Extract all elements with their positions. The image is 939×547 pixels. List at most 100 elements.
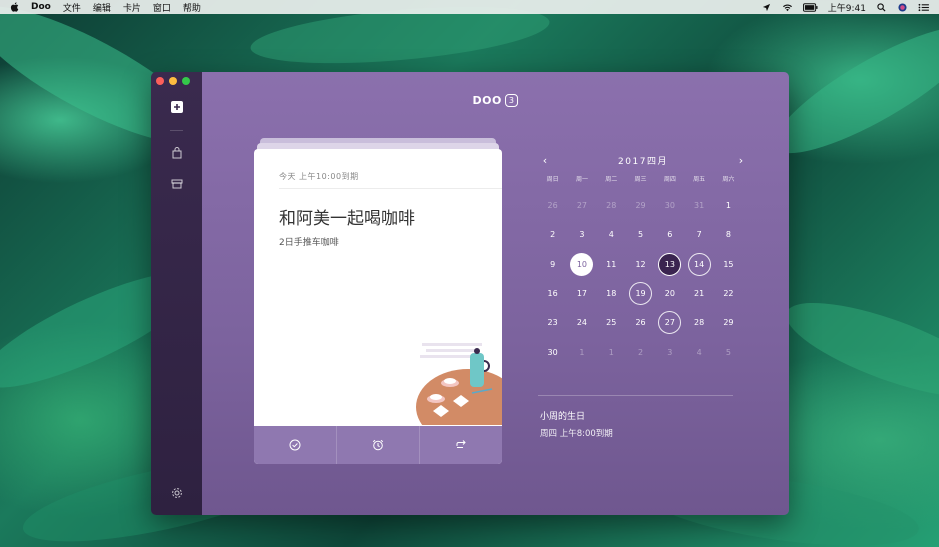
settings-button[interactable] <box>170 486 184 500</box>
complete-button[interactable] <box>254 426 337 464</box>
task-card[interactable]: 今天 上午10:00到期 和阿美一起喝咖啡 2日手推车咖啡 <box>254 149 502 464</box>
calendar-day[interactable]: 1 <box>714 191 743 220</box>
battery-icon[interactable] <box>802 2 818 12</box>
menu-edit[interactable]: 编辑 <box>93 1 111 14</box>
notification-list-icon[interactable] <box>918 3 929 12</box>
calendar-day[interactable]: 26 <box>538 191 567 220</box>
calendar-day[interactable]: 15 <box>714 250 743 279</box>
calendar-day[interactable]: 21 <box>684 279 713 308</box>
minimize-window-button[interactable] <box>169 77 177 85</box>
calendar-day[interactable]: 17 <box>567 279 596 308</box>
siri-icon[interactable] <box>897 2 908 12</box>
calendar-day[interactable]: 14 <box>684 250 713 279</box>
calendar-day-number: 3 <box>579 230 585 240</box>
calendar-day[interactable]: 20 <box>655 279 684 308</box>
calendar-day[interactable]: 2 <box>626 337 655 366</box>
calendar-days: 26 27 28 29 30 31 1 2 3 4 5 6 7 8 9 10 11 12 13 14 15 16 17 18 1… <box>538 191 748 367</box>
spotlight-search-icon[interactable] <box>876 2 887 12</box>
calendar-day-number: 25 <box>606 318 617 328</box>
apple-icon[interactable] <box>10 2 19 12</box>
calendar-day[interactable]: 5 <box>714 337 743 366</box>
calendar-day-selected[interactable]: 13 <box>655 250 684 279</box>
weekday-label: 周四 <box>663 176 676 183</box>
calendar-day-number: 23 <box>547 318 558 328</box>
check-circle-icon <box>289 439 301 451</box>
weekday-label: 周二 <box>605 176 618 183</box>
event-time: 周四 上午8:00到期 <box>540 429 613 439</box>
snooze-button[interactable] <box>337 426 420 464</box>
calendar-day-number: 17 <box>576 289 588 299</box>
calendar-day[interactable]: 12 <box>626 250 655 279</box>
upcoming-event[interactable]: 小周的生日 周四 上午8:00到期 <box>540 409 613 439</box>
doo-window: DOO 3 今天 上午10:00到期 和阿美一起喝咖啡 2日手推车咖啡 ‹ 20… <box>151 72 789 515</box>
menu-window[interactable]: 窗口 <box>153 1 171 14</box>
menu-help[interactable]: 帮助 <box>183 1 201 14</box>
calendar-day[interactable]: 16 <box>538 279 567 308</box>
calendar-day[interactable]: 28 <box>684 308 713 337</box>
calendar-day[interactable]: 28 <box>597 191 626 220</box>
calendar-day[interactable]: 24 <box>567 308 596 337</box>
card-title[interactable]: 和阿美一起喝咖啡 <box>279 204 415 229</box>
archive-button[interactable] <box>170 177 184 191</box>
menu-app-name[interactable]: Doo <box>31 2 51 12</box>
prev-month-button[interactable]: ‹ <box>538 153 552 167</box>
calendar-day[interactable]: 29 <box>626 191 655 220</box>
calendar-day[interactable]: 27 <box>655 308 684 337</box>
calendar-day[interactable]: 11 <box>597 250 626 279</box>
weekday-label: 周六 <box>722 176 735 183</box>
calendar-day[interactable]: 30 <box>655 191 684 220</box>
calendar-day[interactable]: 25 <box>597 308 626 337</box>
next-month-button[interactable]: › <box>734 153 748 167</box>
calendar-day-number: 6 <box>667 230 673 240</box>
weekday-label: 周五 <box>693 176 706 183</box>
calendar-day[interactable]: 22 <box>714 279 743 308</box>
calendar-day[interactable]: 6 <box>655 220 684 249</box>
menu-clock[interactable]: 上午9:41 <box>828 1 866 14</box>
zoom-window-button[interactable] <box>182 77 190 85</box>
menu-file[interactable]: 文件 <box>63 1 81 14</box>
wifi-icon[interactable] <box>782 3 793 12</box>
calendar-day[interactable]: 27 <box>567 191 596 220</box>
calendar-day[interactable]: 2 <box>538 220 567 249</box>
calendar-day[interactable]: 1 <box>567 337 596 366</box>
menu-card[interactable]: 卡片 <box>123 1 141 14</box>
calendar-day[interactable]: 29 <box>714 308 743 337</box>
calendar-day-number: 16 <box>547 289 558 299</box>
calendar-day-number: 7 <box>696 230 702 240</box>
calendar-day-number: 30 <box>664 201 675 211</box>
cards-button[interactable] <box>170 146 184 160</box>
calendar: ‹ 2017四月 › 周日 周一 周二 周三 周四 周五 周六 26 27 28 29 30 31 1 2… <box>538 152 748 367</box>
calendar-day[interactable]: 23 <box>538 308 567 337</box>
card-note[interactable]: 2日手推车咖啡 <box>279 235 339 248</box>
close-window-button[interactable] <box>156 77 164 85</box>
calendar-day[interactable]: 7 <box>684 220 713 249</box>
sidebar-divider <box>170 130 183 131</box>
calendar-day[interactable]: 9 <box>538 250 567 279</box>
calendar-day[interactable]: 4 <box>597 220 626 249</box>
calendar-day-number: 22 <box>723 289 734 299</box>
calendar-month-label: 2017四月 <box>618 156 668 167</box>
calendar-day[interactable]: 4 <box>684 337 713 366</box>
calendar-day[interactable]: 3 <box>567 220 596 249</box>
location-arrow-icon[interactable] <box>761 3 772 12</box>
calendar-day[interactable]: 1 <box>597 337 626 366</box>
app-logo: DOO 3 <box>473 94 519 107</box>
gear-icon <box>171 488 182 498</box>
calendar-day-number: 12 <box>635 259 646 269</box>
calendar-day-number: 1 <box>608 347 614 357</box>
calendar-day[interactable]: 31 <box>684 191 713 220</box>
calendar-day[interactable]: 8 <box>714 220 743 249</box>
calendar-day-number: 19 <box>629 282 653 306</box>
calendar-day[interactable]: 5 <box>626 220 655 249</box>
menu-bar: Doo 文件 编辑 卡片 窗口 帮助 上午9:41 <box>0 0 939 14</box>
calendar-day[interactable]: 26 <box>626 308 655 337</box>
calendar-day[interactable]: 30 <box>538 337 567 366</box>
calendar-day[interactable]: 18 <box>597 279 626 308</box>
repeat-button[interactable] <box>420 426 502 464</box>
calendar-day-number: 5 <box>637 230 644 240</box>
calendar-day[interactable]: 3 <box>655 337 684 366</box>
coffee-table-illustration <box>416 343 502 425</box>
calendar-day[interactable]: 19 <box>626 279 655 308</box>
add-card-button[interactable] <box>170 100 184 114</box>
calendar-day-today[interactable]: 10 <box>567 250 596 279</box>
